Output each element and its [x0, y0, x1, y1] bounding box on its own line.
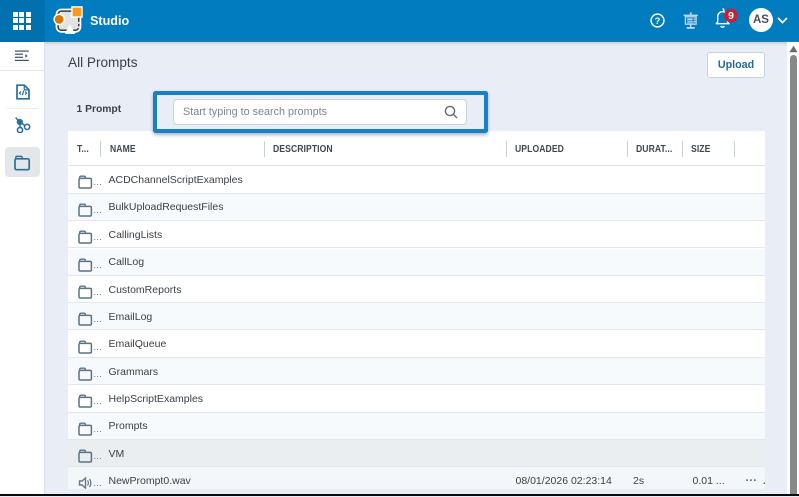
svg-text:?: ? — [655, 16, 661, 27]
svg-text:9: 9 — [728, 10, 734, 22]
